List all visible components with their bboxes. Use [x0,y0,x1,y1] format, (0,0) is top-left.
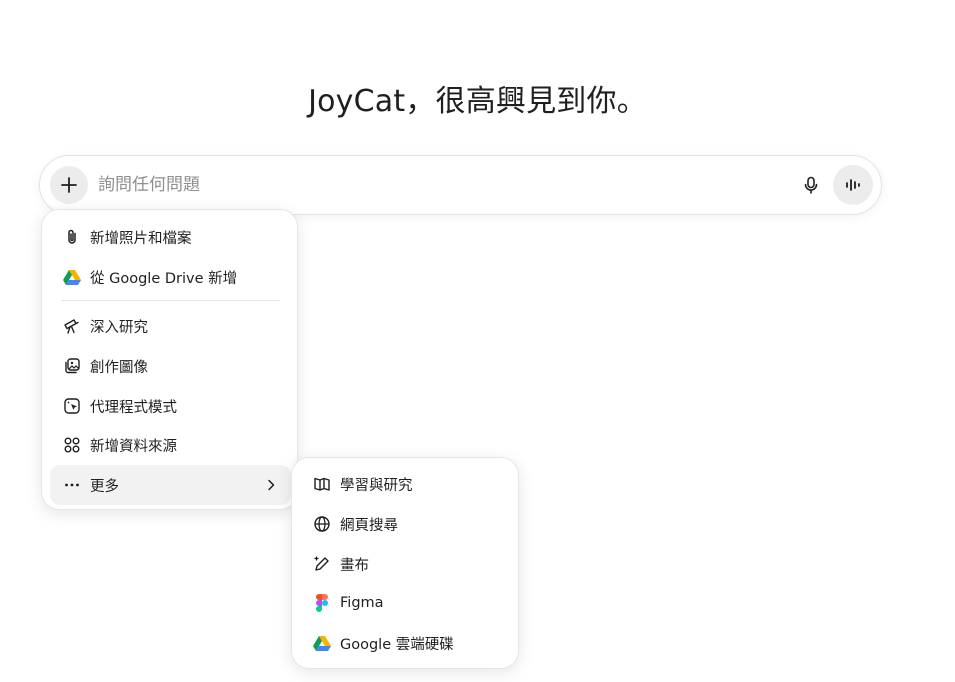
prompt-composer [39,155,882,215]
voice-mode-button[interactable] [833,165,873,205]
figma-icon [312,593,332,613]
menu-divider [61,300,280,301]
menu-item-label: 新增照片和檔案 [90,230,192,247]
book-open-icon [312,474,332,494]
menu-item-label: Google 雲端硬碟 [340,636,454,653]
menu-item-study-learn[interactable]: 學習與研究 [300,464,512,504]
menu-item-google-drive-cloud[interactable]: Google 雲端硬碟 [300,623,512,663]
menu-item-add-sources[interactable]: 新增資料來源 [50,425,291,465]
menu-item-google-drive[interactable]: 從 Google Drive 新增 [50,257,291,297]
menu-item-label: 更多 [90,478,119,495]
google-drive-icon [312,633,332,653]
microphone-icon [801,175,821,195]
chat-home: JoyCat，很高興見到你。 詢問任何問題 新增照片和檔案 從 Google D… [0,0,955,682]
prompt-input[interactable] [98,172,698,198]
menu-item-label: Figma [340,595,384,611]
chevron-right-icon [263,477,279,493]
menu-item-web-search[interactable]: 網頁搜尋 [300,504,512,544]
menu-item-label: 新增資料來源 [90,438,177,455]
more-submenu: 學習與研究 網頁搜尋 畫布 Figma Google 雲端硬碟 [291,457,519,669]
menu-item-label: 代理程式模式 [90,399,177,416]
menu-item-label: 創作圖像 [90,359,148,376]
attach-plus-button[interactable] [50,166,88,204]
menu-item-deep-research[interactable]: 深入研究 [50,306,291,346]
menu-item-label: 學習與研究 [340,477,413,494]
menu-item-label: 網頁搜尋 [340,517,398,534]
globe-icon [312,514,332,534]
agent-cursor-icon [62,396,82,416]
greeting-heading: JoyCat，很高興見到你。 [308,84,647,119]
voice-mode-icon [843,175,863,195]
menu-item-figma[interactable]: Figma [300,583,512,623]
google-drive-icon [62,267,82,287]
attach-menu: 新增照片和檔案 從 Google Drive 新增 深入研究 創作圖像 代理程式… [41,209,298,510]
paperclip-icon [62,227,82,247]
more-dots-icon [62,475,82,495]
menu-item-label: 畫布 [340,557,369,574]
menu-item-canvas[interactable]: 畫布 [300,544,512,584]
menu-item-agent-mode[interactable]: 代理程式模式 [50,386,291,426]
image-create-icon [62,356,82,376]
menu-item-create-image[interactable]: 創作圖像 [50,346,291,386]
menu-item-add-photos-files[interactable]: 新增照片和檔案 [50,217,291,257]
telescope-icon [62,316,82,336]
pen-sparkle-icon [312,554,332,574]
plus-icon [59,175,79,195]
apps-icon [62,435,82,455]
menu-item-more[interactable]: 更多 [50,465,291,505]
menu-item-label: 從 Google Drive 新增 [90,270,238,287]
dictate-button[interactable] [794,168,828,202]
menu-item-label: 深入研究 [90,319,148,336]
